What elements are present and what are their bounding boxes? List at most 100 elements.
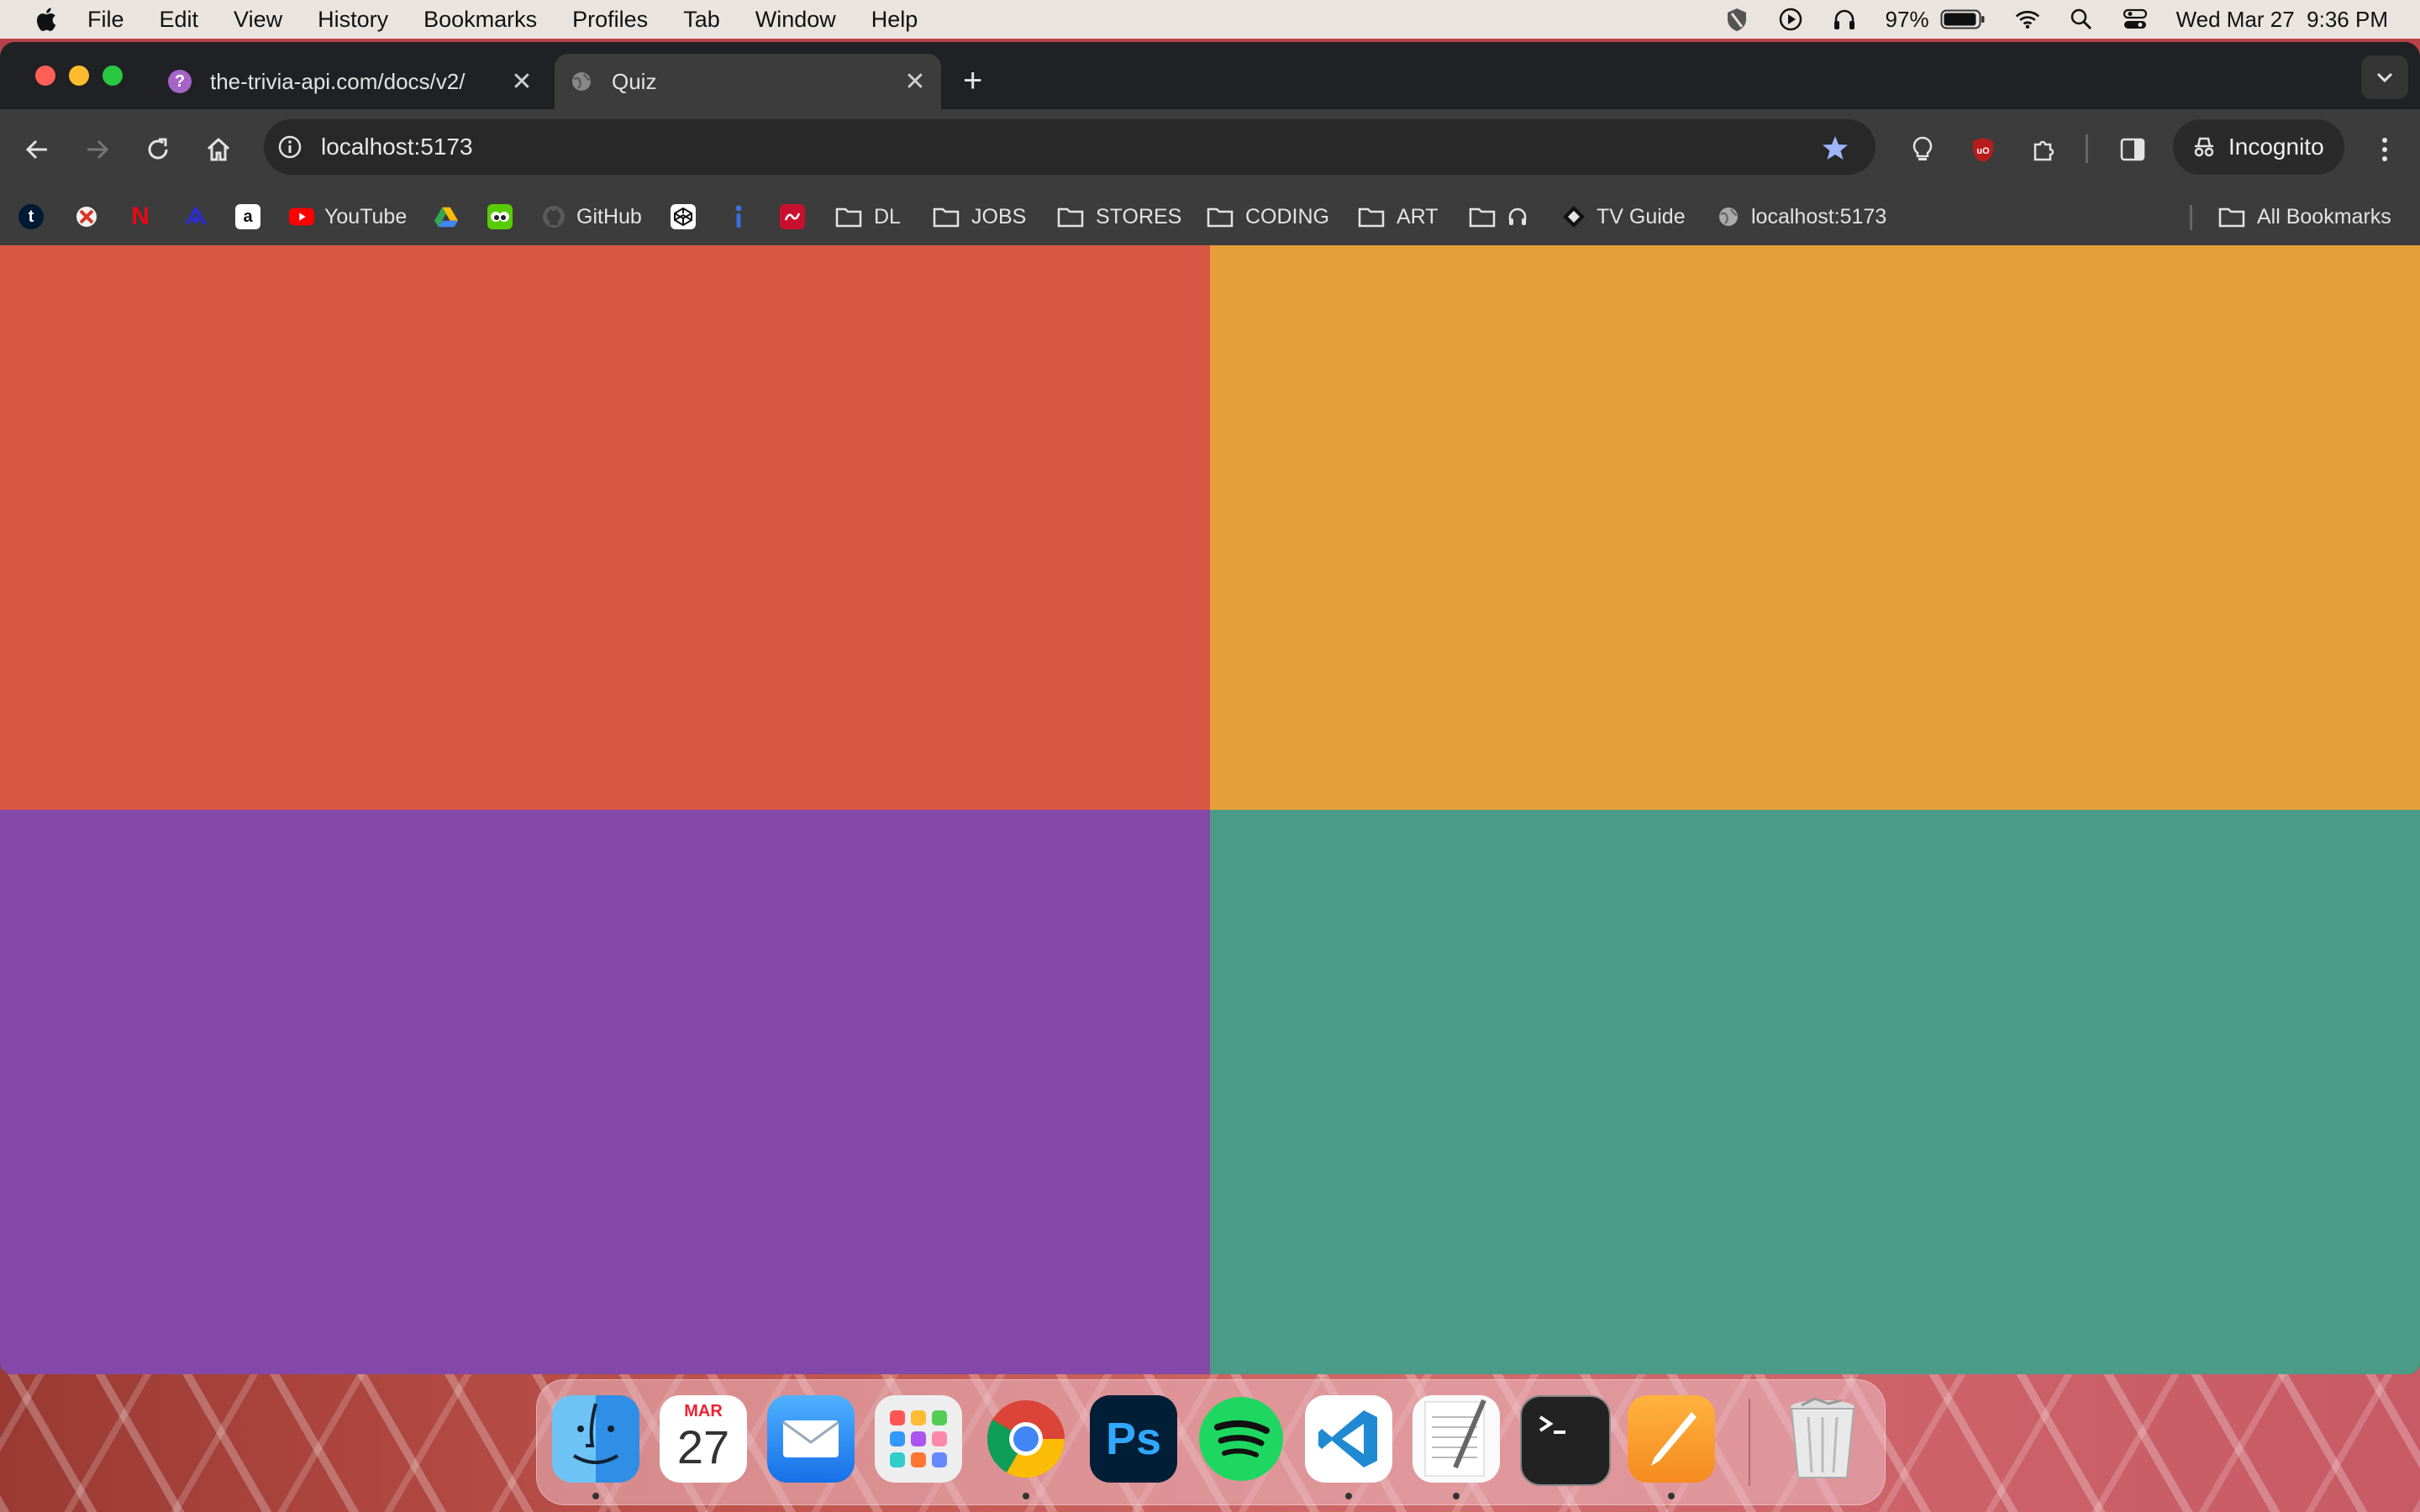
finder-icon[interactable]: [552, 1395, 639, 1483]
codepen-icon: [671, 204, 696, 229]
launchpad-icon[interactable]: [875, 1395, 962, 1483]
folder-icon: [1057, 207, 1084, 228]
calendar-icon[interactable]: MAR 27: [660, 1395, 747, 1483]
menu-window[interactable]: Window: [755, 7, 836, 33]
tab-title: the-trivia-api.com/docs/v2/: [210, 68, 466, 94]
answer-tile-purple[interactable]: [0, 810, 1210, 1374]
answer-tile-orange[interactable]: [1210, 245, 2420, 810]
menu-view[interactable]: View: [234, 7, 282, 33]
menu-profiles[interactable]: Profiles: [572, 7, 648, 33]
browser-window: ? the-trivia-api.com/docs/v2/ ✕ Quiz ✕ +: [0, 42, 2420, 1374]
address-text[interactable]: localhost:5173: [321, 134, 473, 160]
control-center-icon[interactable]: [2123, 7, 2148, 32]
toolbar-divider: [2086, 134, 2088, 163]
answer-tile-teal[interactable]: [1210, 810, 2420, 1374]
menu-help[interactable]: Help: [871, 7, 918, 33]
pages-icon[interactable]: [1628, 1395, 1715, 1483]
bookmarks-divider: [2190, 205, 2192, 230]
spotify-icon[interactable]: [1197, 1395, 1285, 1483]
extension-lightbulb-button[interactable]: [1906, 133, 1939, 166]
photoshop-icon[interactable]: Ps: [1090, 1395, 1177, 1483]
minimize-window-button[interactable]: [69, 66, 89, 86]
ublock-extension-button[interactable]: uO: [1966, 133, 2000, 166]
close-tab-icon[interactable]: ✕: [902, 67, 928, 97]
running-indicator: [1668, 1493, 1675, 1499]
tab-trivia-docs[interactable]: ? the-trivia-api.com/docs/v2/ ✕: [153, 54, 548, 109]
bookmark-4[interactable]: [183, 200, 218, 234]
all-bookmarks-button[interactable]: All Bookmarks: [2218, 200, 2391, 234]
address-bar[interactable]: localhost:5173: [264, 119, 1876, 175]
bookmark-label: GitHub: [576, 204, 642, 228]
bookmark-youtube[interactable]: YouTube: [289, 200, 407, 234]
bookmark-folder-dl[interactable]: DL: [835, 200, 901, 234]
google-drive-icon: [434, 204, 459, 229]
bookmark-folder-coding[interactable]: CODING: [1207, 200, 1329, 234]
vpn-icon[interactable]: [1724, 7, 1749, 32]
ublock-icon: uO: [1973, 138, 1993, 162]
headphones-icon: [1508, 207, 1527, 225]
close-tab-icon[interactable]: ✕: [509, 67, 534, 97]
chrome-menu-button[interactable]: [2368, 133, 2402, 166]
forward-button[interactable]: [81, 133, 114, 166]
calendar-month: MAR: [684, 1402, 723, 1420]
info-icon[interactable]: [277, 134, 302, 160]
new-tab-button[interactable]: +: [963, 62, 982, 100]
reload-button[interactable]: [141, 133, 175, 166]
folder-icon: [933, 207, 960, 228]
tab-search-button[interactable]: [2361, 55, 2408, 99]
bookmark-amazon[interactable]: a: [235, 200, 271, 234]
zoom-window-button[interactable]: [103, 66, 123, 86]
chrome-icon[interactable]: [982, 1395, 1070, 1483]
tab-quiz[interactable]: Quiz ✕: [555, 54, 941, 109]
home-button[interactable]: [202, 133, 235, 166]
vscode-icon[interactable]: [1305, 1395, 1392, 1483]
tumblr-icon: t: [18, 204, 44, 229]
wifi-icon[interactable]: [2015, 7, 2040, 32]
close-window-button[interactable]: [35, 66, 55, 86]
chevron-down-icon: [2376, 72, 2393, 83]
menu-file[interactable]: File: [87, 7, 124, 33]
bookmark-11[interactable]: [726, 200, 761, 234]
battery-percent: 97%: [1885, 6, 1929, 32]
terminal-icon[interactable]: [1520, 1395, 1611, 1486]
bookmark-12[interactable]: [780, 200, 815, 234]
kebab-menu-icon: [2382, 138, 2387, 161]
bookmark-codepen[interactable]: [671, 200, 706, 234]
bookmark-label: ART: [1397, 204, 1439, 228]
bookmark-2[interactable]: [74, 200, 109, 234]
bookmark-folder-art[interactable]: ART: [1358, 200, 1439, 234]
bookmark-folder-jobs[interactable]: JOBS: [933, 200, 1026, 234]
bookmark-netflix[interactable]: N: [128, 200, 163, 234]
mail-icon[interactable]: [767, 1395, 855, 1483]
trash-icon[interactable]: [1779, 1395, 1866, 1483]
bookmark-github[interactable]: GitHub: [541, 200, 642, 234]
extensions-button[interactable]: [2027, 133, 2060, 166]
side-panel-button[interactable]: [2116, 133, 2149, 166]
bookmark-tv-guide[interactable]: TV Guide: [1561, 200, 1686, 234]
puzzle-icon: [2033, 140, 2054, 161]
netflix-icon: N: [131, 202, 150, 230]
menu-edit[interactable]: Edit: [160, 7, 199, 33]
bookmark-tumblr[interactable]: t: [18, 200, 54, 234]
bookmark-localhost[interactable]: localhost:5173: [1716, 200, 1886, 234]
menu-tab[interactable]: Tab: [683, 7, 720, 33]
dock-divider: [1749, 1399, 1750, 1486]
incognito-button[interactable]: Incognito: [2173, 119, 2344, 175]
back-button[interactable]: [20, 133, 54, 166]
textedit-icon[interactable]: [1413, 1395, 1500, 1483]
answer-tile-red[interactable]: [0, 245, 1210, 810]
bookmark-folder-music[interactable]: [1469, 200, 1528, 234]
bookmark-duolingo[interactable]: [487, 200, 523, 234]
headphones-icon[interactable]: [1832, 7, 1857, 32]
battery-icon[interactable]: [1939, 7, 1986, 32]
bookmark-google-drive[interactable]: [434, 200, 469, 234]
svg-text:uO: uO: [1976, 146, 1990, 156]
home-icon: [207, 137, 230, 161]
play-icon[interactable]: [1778, 7, 1803, 32]
menu-history[interactable]: History: [318, 7, 388, 33]
spotlight-icon[interactable]: [2069, 7, 2094, 32]
bookmark-star-icon[interactable]: [1822, 134, 1849, 161]
menubar-clock[interactable]: Wed Mar 27 9:36 PM: [2176, 7, 2388, 33]
menu-bookmarks[interactable]: Bookmarks: [424, 7, 537, 33]
bookmark-folder-stores[interactable]: STORES: [1057, 200, 1181, 234]
